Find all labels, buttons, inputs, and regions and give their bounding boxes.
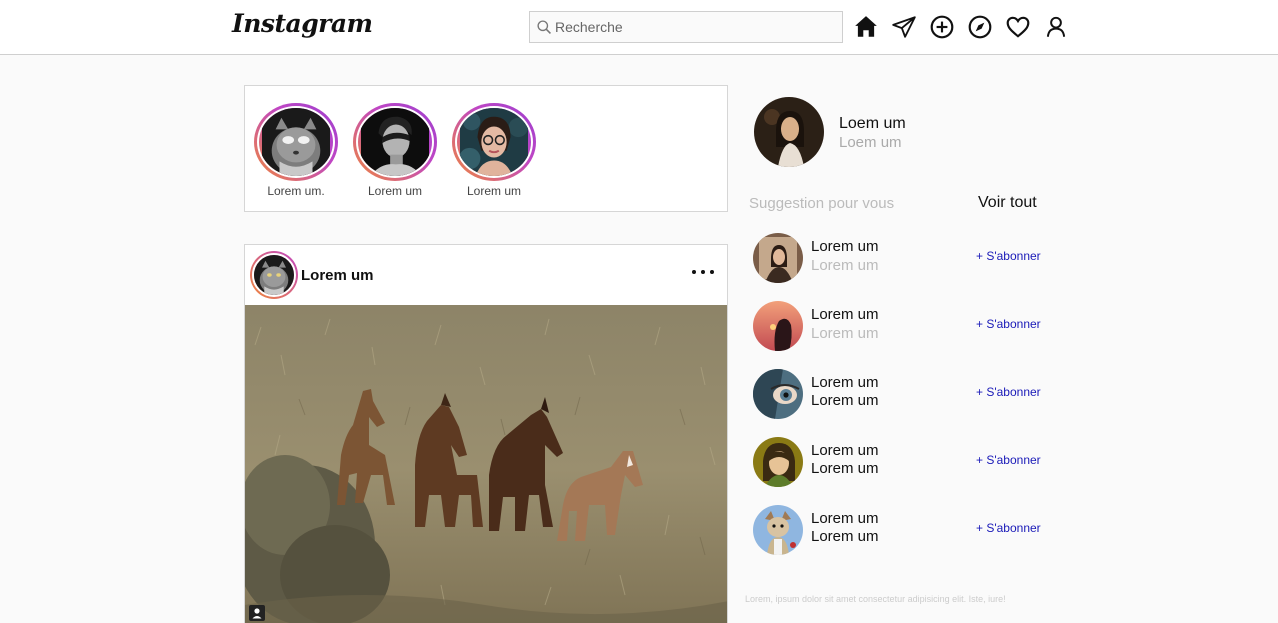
follow-button[interactable]: + S'abonner	[976, 521, 1041, 535]
woman-glasses-avatar	[459, 108, 528, 176]
add-post-icon[interactable]	[929, 14, 955, 40]
story-item[interactable]: Lorem um	[350, 103, 440, 198]
story-label: Lorem um	[466, 184, 522, 198]
suggestion-name[interactable]: Lorem um	[811, 238, 879, 255]
suggestion-subtitle: Lorem um	[811, 325, 879, 342]
post-username[interactable]: Lorem um	[301, 267, 374, 284]
stories-bar: Lorem um. Lorem um Lorem um	[244, 85, 728, 212]
follow-button[interactable]: + S'abonner	[976, 385, 1041, 399]
suggestion-avatar[interactable]	[753, 369, 803, 419]
suggestion-row: Lorem um Lorem um + S'abonner	[753, 437, 1043, 487]
heart-icon[interactable]	[1005, 14, 1031, 40]
tag-user-icon[interactable]	[249, 605, 265, 621]
search-box[interactable]	[529, 11, 843, 43]
suggestion-row: Lorem um Lorem um + S'abonner	[753, 233, 1043, 283]
see-all-link[interactable]: Voir tout	[978, 194, 1037, 212]
suggestion-name[interactable]: Lorem um	[811, 510, 879, 527]
suggestion-name[interactable]: Lorem um	[811, 306, 879, 323]
story-label: Lorem um.	[267, 184, 325, 198]
suggestion-avatar[interactable]	[753, 505, 803, 555]
suggestion-avatar[interactable]	[753, 301, 803, 351]
man-avatar	[361, 108, 429, 176]
instagram-logo[interactable]: Instagram	[232, 9, 373, 38]
suggestion-row: Lorem um Lorem um + S'abonner	[753, 369, 1043, 419]
suggestion-row: Lorem um Lorem um + S'abonner	[753, 505, 1043, 555]
follow-button[interactable]: + S'abonner	[976, 453, 1041, 467]
explore-icon[interactable]	[967, 14, 993, 40]
story-item[interactable]: Lorem um	[449, 103, 539, 198]
home-icon[interactable]	[853, 14, 879, 40]
top-navbar: Instagram	[0, 0, 1278, 55]
current-user-name[interactable]: Loem um	[839, 115, 906, 133]
profile-icon[interactable]	[1043, 14, 1069, 40]
suggestion-name[interactable]: Lorem um	[811, 374, 879, 391]
suggestion-avatar[interactable]	[753, 233, 803, 283]
suggestion-row: Lorem um Lorem um + S'abonner	[753, 301, 1043, 351]
suggestion-name[interactable]: Lorem um	[811, 442, 879, 459]
send-icon[interactable]	[891, 14, 917, 40]
suggestion-subtitle: Lorem um	[811, 257, 879, 274]
footer-text: Lorem, ipsum dolor sit amet consectetur …	[745, 594, 1006, 604]
suggestion-subtitle: Lorem um	[811, 392, 879, 409]
search-icon	[537, 20, 551, 34]
suggestion-subtitle: Lorem um	[811, 528, 879, 545]
follow-button[interactable]: + S'abonner	[976, 317, 1041, 331]
follow-button[interactable]: + S'abonner	[976, 249, 1041, 263]
current-user-avatar[interactable]	[754, 97, 824, 167]
suggestion-subtitle: Lorem um	[811, 460, 879, 477]
feed-post: Lorem um	[244, 244, 728, 623]
suggestions-title: Suggestion pour vous	[749, 195, 895, 212]
story-item[interactable]: Lorem um.	[251, 103, 341, 198]
post-image[interactable]	[245, 305, 728, 623]
current-user-subtitle: Loem um	[839, 134, 902, 151]
more-options-icon[interactable]	[690, 265, 716, 279]
post-author-avatar[interactable]	[250, 251, 298, 299]
cat-avatar	[262, 108, 330, 176]
story-label: Lorem um	[367, 184, 423, 198]
search-input[interactable]	[555, 12, 835, 42]
suggestion-avatar[interactable]	[753, 437, 803, 487]
